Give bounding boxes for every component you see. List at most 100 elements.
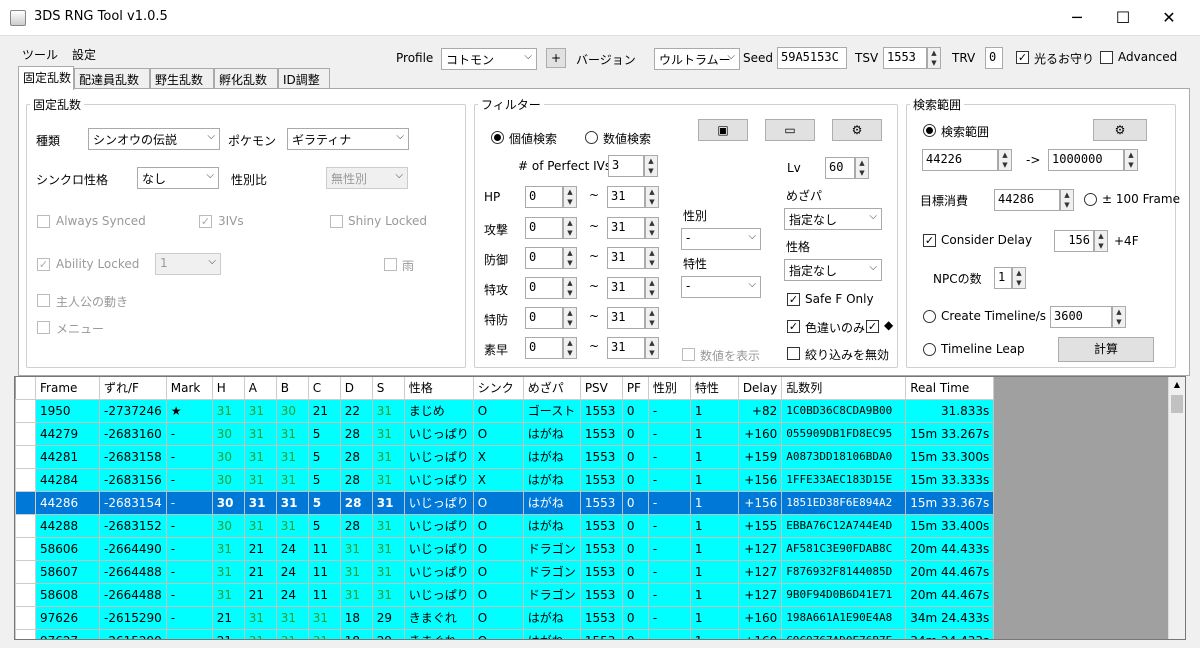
- stat-max-spinner[interactable]: ▲ ▼: [645, 247, 659, 269]
- table-row[interactable]: 44284 -2683156-30 31 31 5 28 31 いじっぱり X はがね 1553 0-…: [15, 467, 995, 492]
- gender-ratio-select[interactable]: 無性別 ⌵: [326, 167, 408, 189]
- hidden-power-select[interactable]: 指定なし ⌵: [784, 208, 882, 230]
- column-header[interactable]: シンク: [473, 377, 524, 400]
- nature-select[interactable]: 指定なし ⌵: [784, 259, 882, 281]
- iv-search-radio[interactable]: [491, 131, 504, 144]
- stat-min-spinner[interactable]: ▲ ▼: [563, 277, 577, 299]
- seed-input[interactable]: 59A5153C: [777, 47, 847, 69]
- ability-locked-checkbox[interactable]: ✓: [37, 258, 50, 271]
- tab-fixed[interactable]: 固定乱数: [18, 66, 74, 90]
- row-header[interactable]: [15, 467, 36, 492]
- stat-min-input[interactable]: 0: [525, 186, 563, 208]
- stat-min-spinner[interactable]: ▲ ▼: [563, 247, 577, 269]
- minimize-button[interactable]: ─: [1054, 0, 1100, 36]
- maximize-button[interactable]: ☐: [1100, 0, 1146, 36]
- column-header[interactable]: Frame: [35, 377, 100, 400]
- range-start-input[interactable]: 44226: [922, 149, 998, 171]
- calculate-button[interactable]: 計算: [1058, 337, 1154, 362]
- tab-delivery[interactable]: 配達員乱数: [74, 68, 150, 88]
- close-button[interactable]: ✕: [1146, 0, 1192, 36]
- vertical-scrollbar[interactable]: ▲: [1168, 377, 1185, 639]
- row-header[interactable]: [15, 398, 36, 423]
- gender-select[interactable]: - ⌵: [681, 228, 761, 250]
- stat-max-spinner[interactable]: ▲ ▼: [645, 217, 659, 239]
- stat-max-spinner[interactable]: ▲ ▼: [645, 277, 659, 299]
- stat-max-input[interactable]: 31: [607, 217, 645, 239]
- tab-id[interactable]: ID調整: [278, 68, 330, 88]
- stat-max-input[interactable]: 31: [607, 337, 645, 359]
- row-header[interactable]: [15, 536, 36, 561]
- table-row[interactable]: 58607 -2664488-31 21 24 11 31 31 いじっぱり O ドラゴン 1553…: [15, 559, 995, 584]
- timeline-radio[interactable]: [923, 310, 936, 323]
- table-row[interactable]: 97627-2615290-213131311829きまぐれOはがね15530-…: [15, 628, 995, 639]
- column-header[interactable]: B: [276, 377, 309, 400]
- column-header[interactable]: S: [372, 377, 405, 400]
- stat-min-spinner[interactable]: ▲ ▼: [563, 307, 577, 329]
- folder-icon[interactable]: ▭: [765, 119, 815, 141]
- column-header[interactable]: 特性: [690, 377, 739, 400]
- square-shiny-checkbox[interactable]: ✓: [866, 320, 879, 333]
- stat-min-spinner[interactable]: ▲ ▼: [563, 337, 577, 359]
- menu-checkbox[interactable]: [37, 321, 50, 334]
- column-header[interactable]: 乱数列: [781, 377, 907, 400]
- timeline-input[interactable]: 3600: [1050, 306, 1112, 328]
- add-profile-button[interactable]: +: [546, 48, 566, 68]
- perfect-ivs-spinner[interactable]: ▲ ▼: [644, 155, 658, 177]
- gear-icon[interactable]: ⚙: [1093, 119, 1147, 141]
- tsv-input[interactable]: 1553: [883, 47, 927, 69]
- range-end-spinner[interactable]: ▲ ▼: [1124, 149, 1138, 171]
- trv-input[interactable]: 0: [985, 47, 1003, 69]
- column-header[interactable]: 性別: [648, 377, 691, 400]
- column-header[interactable]: PF: [622, 377, 649, 400]
- column-header[interactable]: A: [244, 377, 277, 400]
- range-end-input[interactable]: 1000000: [1048, 149, 1124, 171]
- category-select[interactable]: シンオウの伝説 ⌵: [88, 128, 220, 150]
- timeline-spinner[interactable]: ▲ ▼: [1112, 306, 1126, 328]
- row-header[interactable]: [15, 559, 36, 584]
- stat-min-input[interactable]: 0: [525, 247, 563, 269]
- shiny-only-checkbox[interactable]: ✓: [787, 320, 800, 333]
- profile-select[interactable]: コトモン ⌵: [441, 48, 537, 70]
- stat-min-spinner[interactable]: ▲ ▼: [563, 217, 577, 239]
- three-ivs-checkbox[interactable]: ✓: [199, 215, 212, 228]
- stat-max-input[interactable]: 31: [607, 186, 645, 208]
- always-synced-checkbox[interactable]: [37, 215, 50, 228]
- table-row[interactable]: 44279 -2683160-30 31 31 5 28 31 いじっぱり O はがね 1553 0-…: [15, 421, 995, 446]
- table-row[interactable]: 58606 -2664490-31 21 24 11 31 31 いじっぱり O ドラゴン 1553…: [15, 536, 995, 561]
- advanced-checkbox[interactable]: [1100, 51, 1113, 64]
- target-input[interactable]: 44286: [994, 189, 1060, 211]
- tab-egg[interactable]: 孵化乱数: [214, 68, 278, 88]
- tab-wild[interactable]: 野生乱数: [150, 68, 214, 88]
- pm100-radio[interactable]: [1084, 193, 1097, 206]
- shiny-locked-checkbox[interactable]: [330, 215, 343, 228]
- range-start-spinner[interactable]: ▲ ▼: [998, 149, 1012, 171]
- row-header[interactable]: [15, 605, 36, 630]
- consider-delay-checkbox[interactable]: ✓: [923, 234, 936, 247]
- row-header[interactable]: [15, 513, 36, 538]
- row-header[interactable]: [15, 421, 36, 446]
- gear-icon[interactable]: ⚙: [832, 119, 882, 141]
- row-header[interactable]: [15, 582, 36, 607]
- disable-filter-checkbox[interactable]: [787, 347, 800, 360]
- column-header[interactable]: 性格: [404, 377, 474, 400]
- delay-spinner[interactable]: ▲ ▼: [1094, 230, 1108, 252]
- show-stats-checkbox[interactable]: [682, 348, 695, 361]
- version-select[interactable]: ウルトラムー ⌵: [654, 48, 740, 70]
- lv-input[interactable]: 60: [825, 157, 855, 179]
- stat-min-input[interactable]: 0: [525, 217, 563, 239]
- table-row[interactable]: 44281 -2683158-30 31 31 5 28 31 いじっぱり X はがね 1553 0-…: [15, 444, 995, 469]
- stat-min-input[interactable]: 0: [525, 277, 563, 299]
- player-move-checkbox[interactable]: [37, 294, 50, 307]
- range-radio[interactable]: [923, 124, 936, 137]
- scroll-up-icon[interactable]: ▲: [1169, 377, 1185, 393]
- target-spinner[interactable]: ▲ ▼: [1060, 189, 1074, 211]
- scroll-thumb[interactable]: [1171, 395, 1183, 413]
- stat-min-input[interactable]: 0: [525, 307, 563, 329]
- column-header[interactable]: Delay: [738, 377, 783, 400]
- stat-max-input[interactable]: 31: [607, 247, 645, 269]
- npc-input[interactable]: 1: [994, 267, 1012, 289]
- column-header[interactable]: Real Time: [905, 377, 995, 400]
- stat-max-spinner[interactable]: ▲ ▼: [645, 307, 659, 329]
- stat-max-spinner[interactable]: ▲ ▼: [645, 186, 659, 208]
- table-row[interactable]: 44288 -2683152-30 31 31 5 28 31 いじっぱり O はがね 1553 0-…: [15, 513, 995, 538]
